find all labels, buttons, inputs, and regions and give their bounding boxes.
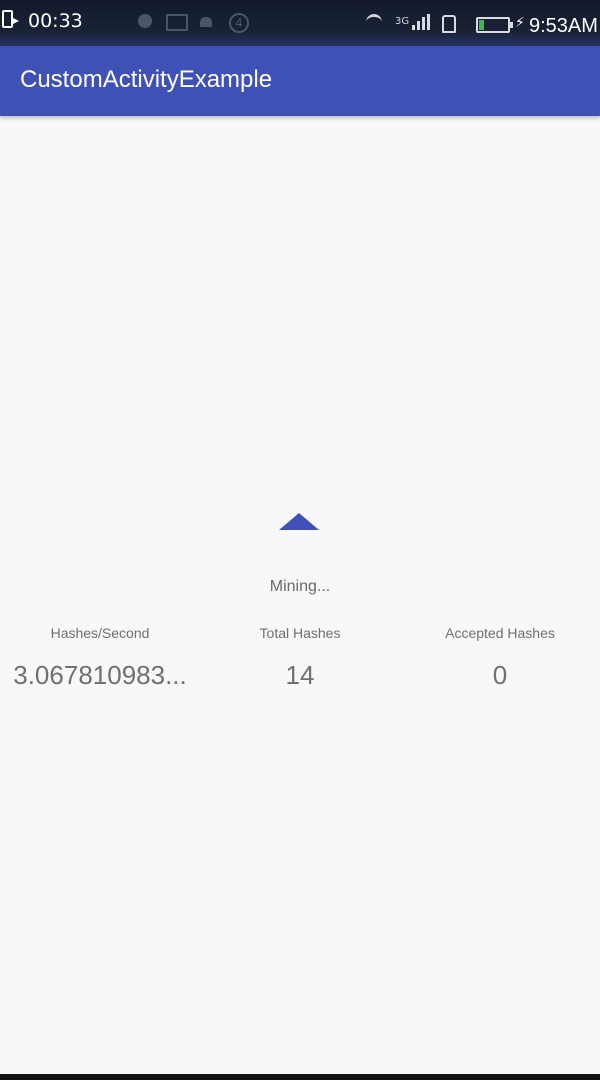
- stat-accepted-hashes: Accepted Hashes 0: [400, 624, 600, 691]
- status-clock: 9:53AM: [529, 15, 598, 37]
- mining-stats: Hashes/Second 3.067810983... Total Hashe…: [0, 624, 600, 704]
- stat-value: 14: [285, 660, 315, 690]
- battery-icon: [476, 17, 513, 33]
- stat-label: Total Hashes: [259, 625, 341, 641]
- notification-count-badge: 4: [229, 13, 249, 33]
- status-bar: 00:33 4 3G ⚡ 9:53AM: [0, 0, 600, 46]
- charging-bolt-icon: ⚡: [515, 15, 525, 31]
- app-toolbar: CustomActivityExample: [0, 46, 600, 116]
- screen-record-icon: [2, 10, 19, 28]
- sim-card-icon: [442, 15, 456, 33]
- record-timer: 00:33: [28, 10, 83, 32]
- app-title: CustomActivityExample: [20, 66, 273, 93]
- network-type-label: 3G: [395, 16, 410, 27]
- alert-icon: [138, 14, 152, 28]
- stat-value: 0: [492, 660, 508, 690]
- navigation-bar-edge: [0, 1074, 600, 1080]
- stat-total-hashes: Total Hashes 14: [200, 624, 400, 691]
- stat-label: Accepted Hashes: [445, 625, 555, 641]
- wifi-icon: [366, 14, 382, 30]
- android-icon: [200, 17, 212, 27]
- mining-status-text: Mining...: [269, 578, 331, 595]
- stat-hashes-per-second: Hashes/Second 3.067810983...: [0, 624, 200, 691]
- stat-value: 3.067810983...: [13, 660, 187, 690]
- laptop-icon: [166, 14, 188, 31]
- collapse-arrow-icon[interactable]: [279, 513, 319, 530]
- stat-label: Hashes/Second: [50, 625, 150, 641]
- signal-strength-icon: [412, 14, 432, 30]
